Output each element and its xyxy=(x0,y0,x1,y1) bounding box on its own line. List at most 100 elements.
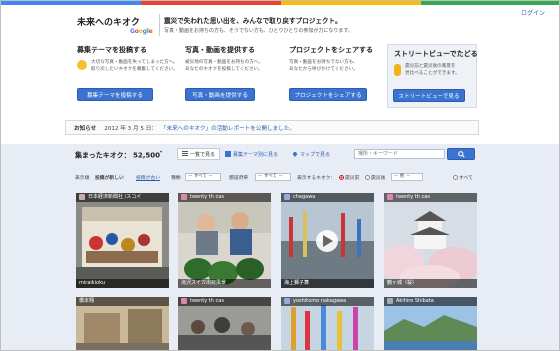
login-link[interactable]: ログイン xyxy=(521,8,545,17)
photo-title: 鶴ヶ城（桜） xyxy=(384,279,477,288)
logo-title: 未来へのキオク xyxy=(77,18,140,28)
header-divider xyxy=(159,14,160,36)
pegman-icon xyxy=(394,64,401,76)
color-bar-red xyxy=(141,1,281,5)
promo-text-line: あなたのキオクを投稿してください。 xyxy=(185,67,263,72)
list-icon xyxy=(182,151,188,157)
castle-icon xyxy=(384,193,477,288)
video-icon xyxy=(281,193,374,288)
period-select[interactable]: － 他 － xyxy=(391,173,423,181)
type-label: 種類 xyxy=(171,176,181,181)
promo-text: 大切な写真・動画を失ってしまった方へ。 取り戻したいキオクを募集してください。 xyxy=(91,59,178,73)
photo-credit: 橋本翔 xyxy=(76,297,169,306)
search-button[interactable] xyxy=(447,148,475,160)
before-radio[interactable]: 震災前 xyxy=(339,174,359,181)
photo-tile[interactable]: twenty th cas xyxy=(178,297,271,350)
news-link[interactable]: 「未来へのキオク」の活動レポートを公開しました。 xyxy=(161,124,295,132)
news-bar: お知らせ 2012 年 3 月 5 日： 「未来へのキオク」の活動レポートを公開… xyxy=(65,120,479,135)
promo-text: 被災地の写真・動画をお持ちの方へ。 あなたのキオクを投稿してください。 xyxy=(185,59,263,73)
promo-text-line: 取り戻したいキオクを募集してください。 xyxy=(91,67,178,72)
page: ログイン 未来へのキオク Google 震災で失われた思い出を、みんなで取り戻す… xyxy=(0,0,560,351)
photo-tile[interactable]: 日本経済新聞社 /スコイ miraikioku xyxy=(76,193,169,288)
photo-title: miraikioku xyxy=(76,279,169,288)
after-label: 震災後 xyxy=(371,176,386,181)
promo-text-line: 見比べることができます。 xyxy=(405,71,460,76)
festival-icon xyxy=(76,193,169,288)
search-input[interactable] xyxy=(354,149,445,159)
promo-share: プロジェクトをシェアする 写真・動画をお持ちでない方も、 あなたから呼びかけてく… xyxy=(289,45,381,107)
photo-credit-text: Akihiro Shibata xyxy=(396,298,434,304)
kioku-count: 集まったキオク： 52,500* xyxy=(75,150,162,160)
photo-credit-text: yoshitomo nakagawa xyxy=(293,298,347,304)
color-bar-green xyxy=(421,1,559,5)
view-list-label: 一覧で見る xyxy=(190,151,216,158)
color-bar-yellow xyxy=(281,1,421,5)
before-label: 震災前 xyxy=(345,176,360,181)
photo-tile[interactable]: yoshitomo nakagawa xyxy=(281,297,374,350)
view-list-button[interactable]: 一覧で見る xyxy=(177,148,221,160)
photo-tile[interactable]: twenty th cas 滝沢スイカ出荷風景 xyxy=(178,193,271,288)
avatar xyxy=(79,193,85,200)
promo-provide-photo: 写真・動画を提供する 被災地の写真・動画をお持ちの方へ。 あなたのキオクを投稿し… xyxy=(185,45,280,107)
radio-on-icon xyxy=(339,175,344,180)
avatar xyxy=(181,297,187,304)
photo-credit: twenty th cas xyxy=(178,297,271,306)
radio-off-icon xyxy=(365,175,370,180)
photo-credit-text: twenty th cas xyxy=(190,298,224,304)
order-newest-option[interactable]: 投稿が新しい xyxy=(95,174,124,181)
watermelon-icon xyxy=(178,193,271,288)
promo-title: プロジェクトをシェアする xyxy=(289,46,373,54)
photo-credit-text: twenty th cas xyxy=(396,194,430,200)
photo-tile[interactable]: 橋本翔 xyxy=(76,297,169,350)
photo-credit: Akihiro Shibata xyxy=(384,297,477,306)
photo-title: 海上獅子舞 xyxy=(281,279,374,288)
color-bar xyxy=(1,1,559,5)
view-theme-label: 募集テーマ別に見る xyxy=(233,151,279,158)
grid-icon xyxy=(225,151,231,157)
order-oldest-option[interactable]: 投稿が古い xyxy=(136,174,160,181)
photo-credit: yoshitomo nakagawa xyxy=(281,297,374,306)
pin-icon xyxy=(77,60,87,70)
photo-credit: 日本経済新聞社 /スコイ xyxy=(76,193,169,202)
logo[interactable]: 未来へのキオク xyxy=(77,15,147,28)
tagline: 震災で失われた思い出を、みんなで取り戻すプロジェクト。 xyxy=(164,17,342,25)
map-pin-icon xyxy=(292,151,298,157)
promo-title: 写真・動画を提供する xyxy=(185,46,255,54)
promo-streetview: ストリートビューでたどる 震災前と震災後の風景を 見比べることができます。 スト… xyxy=(387,44,478,108)
kioku-count-suffix: * xyxy=(160,150,163,155)
photo-credit: twenty th cas xyxy=(384,193,477,202)
promo-text-line: 震災前と震災後の風景を xyxy=(405,64,456,69)
avatar xyxy=(387,193,393,200)
avatar xyxy=(284,193,290,200)
promo-text-line: 写真・動画をお持ちでない方も、 xyxy=(289,60,358,65)
tagline-sub: 写真・動画をお持ちの方も、そうでない方も、ひとりひとりの参加が力になります。 xyxy=(164,28,353,34)
view-map-button[interactable]: マップで見る xyxy=(289,148,334,160)
avatar xyxy=(181,193,187,200)
view-theme-button[interactable]: 募集テーマ別に見る xyxy=(221,148,282,160)
all-radio[interactable]: すべて xyxy=(453,174,473,181)
promo-title: ストリートビューでたどる xyxy=(394,50,478,58)
news-date: 2012 年 3 月 5 日： xyxy=(104,125,157,132)
promo-text-line: 被災地の写真・動画をお持ちの方へ。 xyxy=(185,60,264,65)
search-icon xyxy=(457,150,465,158)
promo-text-line: 大切な写真・動画を失ってしまった方へ。 xyxy=(91,60,178,65)
streetview-button[interactable]: ストリートビューで見る xyxy=(393,89,465,102)
news-label: お知らせ xyxy=(74,125,97,132)
prefecture-select[interactable]: － すべて － xyxy=(255,173,291,181)
google-wordmark: Google xyxy=(130,28,153,35)
photo-credit-text: 日本経済新聞社 /スコイ xyxy=(88,194,142,200)
all-label: すべて xyxy=(459,176,473,181)
filter-bar: 表示順 投稿が新しい 投稿が古い 種類 － すべて － 都道府県 － すべて －… xyxy=(65,172,485,184)
photo-tile[interactable]: twenty th cas 鶴ヶ城（桜） xyxy=(384,193,477,288)
type-select[interactable]: － すべて － xyxy=(185,173,221,181)
photo-tile[interactable]: Akihiro Shibata xyxy=(384,297,477,350)
photo-credit-text: twenty th cas xyxy=(190,194,224,200)
kioku-filter-label: 表示するキオク： xyxy=(297,176,336,181)
radio-off-icon xyxy=(453,175,458,180)
color-bar-blue xyxy=(1,1,141,5)
photo-tile[interactable]: chagawa 海上獅子舞 xyxy=(281,193,374,288)
share-project-button[interactable]: プロジェクトをシェアする xyxy=(289,88,367,101)
post-theme-button[interactable]: 募集テーマを投稿する xyxy=(77,88,153,101)
provide-photo-button[interactable]: 写真・動画を提供する xyxy=(185,88,255,101)
after-radio[interactable]: 震災後 xyxy=(365,174,385,181)
